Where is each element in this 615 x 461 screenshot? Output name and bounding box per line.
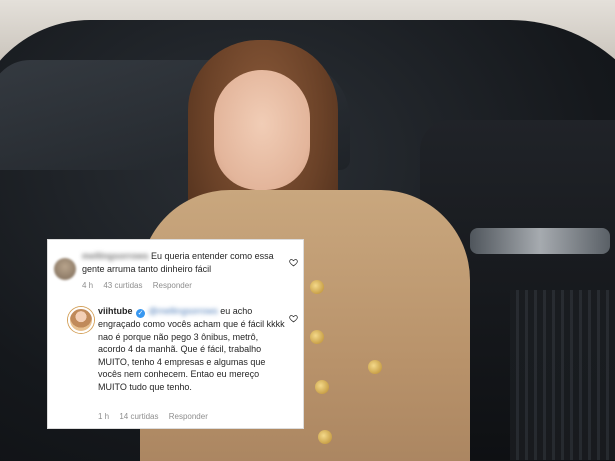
- heart-outline-icon[interactable]: [289, 314, 298, 323]
- comment-item: mellingsorrows Eu queria entender como e…: [48, 248, 303, 298]
- comment-mention[interactable]: @mellingsorrows: [149, 306, 218, 316]
- reply-button[interactable]: Responder: [153, 281, 192, 290]
- comment-username[interactable]: mellingsorrows: [82, 251, 149, 261]
- comment-likes[interactable]: 14 curtidas: [119, 412, 158, 421]
- comment-age: 4 h: [82, 281, 94, 290]
- comment-body: mellingsorrows Eu queria entender como e…: [82, 250, 287, 275]
- coat-button: [315, 380, 329, 394]
- coat-button: [368, 360, 382, 374]
- heart-outline-icon[interactable]: [289, 258, 298, 267]
- comment-likes[interactable]: 43 curtidas: [103, 281, 142, 290]
- comment-text: eu acho engraçado como vocês acham que é…: [98, 306, 285, 392]
- coat-button: [318, 430, 332, 444]
- comment-meta: 4 h 43 curtidas Responder: [82, 281, 200, 290]
- comment-body: viihtube ✓ @mellingsorrows eu acho engra…: [98, 305, 288, 393]
- coat-button: [310, 280, 324, 294]
- avatar[interactable]: [54, 258, 76, 280]
- comment-age: 1 h: [98, 412, 110, 421]
- coat-button: [310, 330, 324, 344]
- comment-item: viihtube ✓ @mellingsorrows eu acho engra…: [48, 302, 303, 427]
- car-headlight: [470, 228, 610, 254]
- verified-badge-icon: ✓: [136, 309, 146, 318]
- comment-username[interactable]: viihtube: [98, 306, 133, 316]
- car-grille: [510, 290, 615, 460]
- comment-thread-card: mellingsorrows Eu queria entender como e…: [47, 239, 304, 429]
- reply-button[interactable]: Responder: [169, 412, 208, 421]
- face: [214, 70, 310, 190]
- avatar[interactable]: [68, 307, 94, 333]
- comment-meta: 1 h 14 curtidas Responder: [98, 412, 216, 421]
